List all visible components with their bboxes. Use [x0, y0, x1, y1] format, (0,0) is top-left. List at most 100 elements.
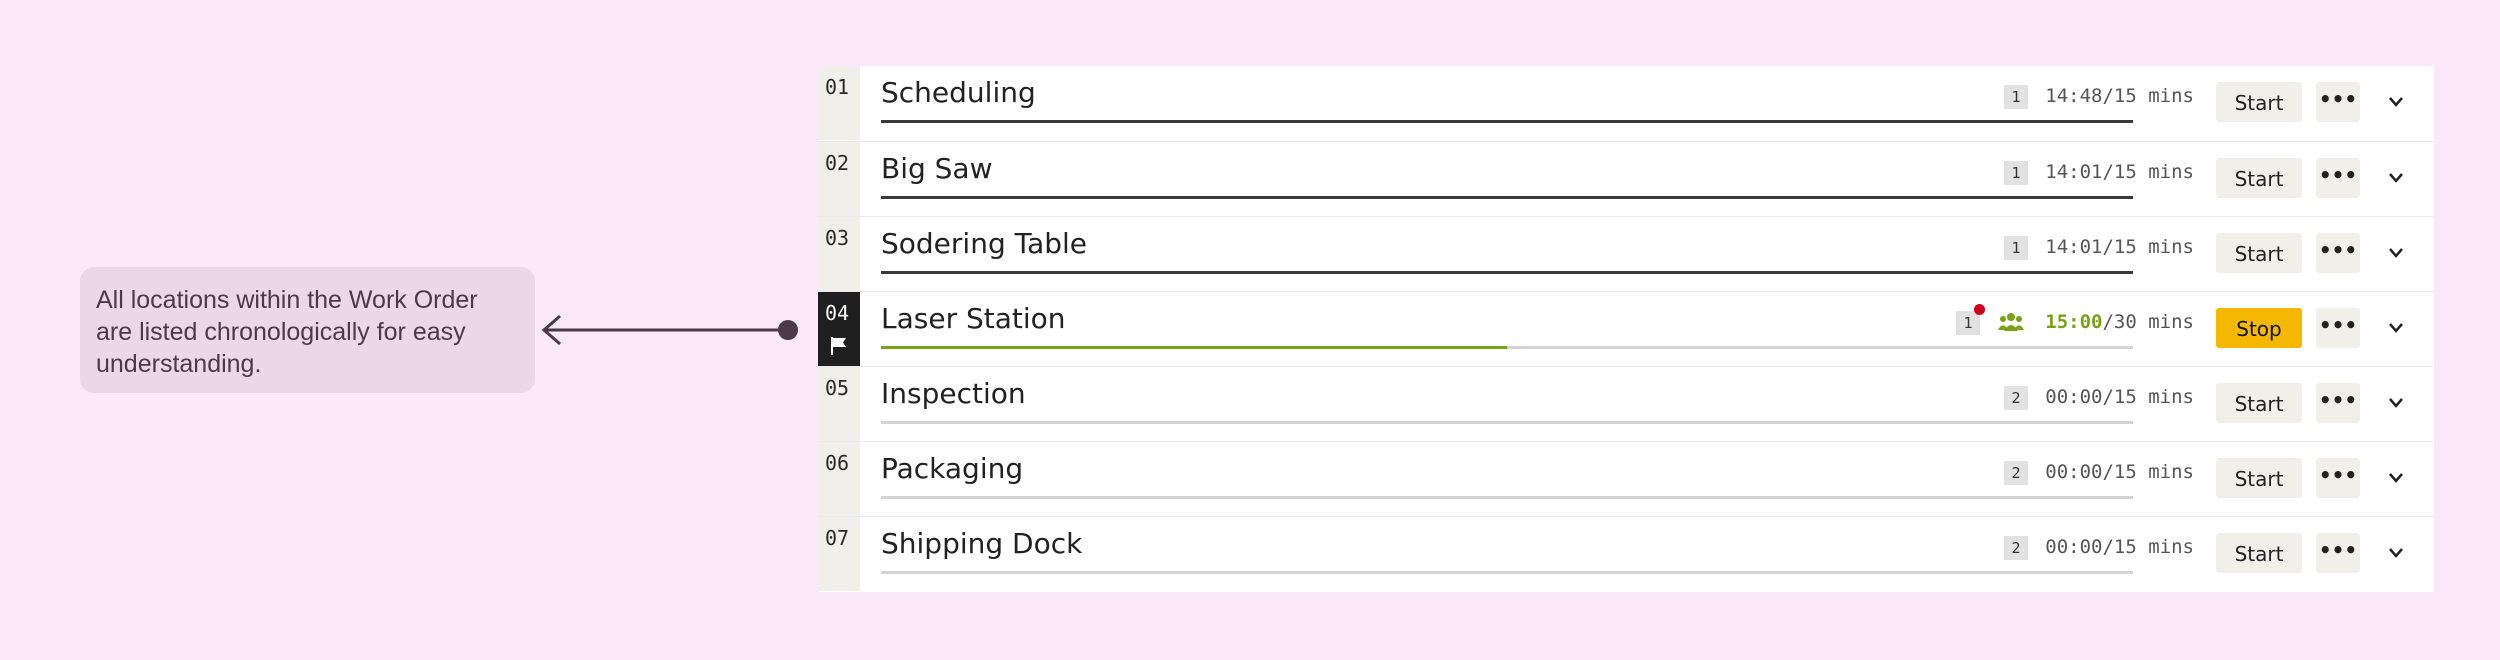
step-number-text: 04: [825, 301, 850, 325]
progress-track: [881, 196, 2133, 199]
time-total: /15 mins: [2102, 386, 2194, 408]
quantity-badge: 1: [2004, 236, 2028, 260]
more-options-button[interactable]: •••: [2316, 458, 2360, 498]
location-name: Scheduling: [881, 76, 1036, 109]
quantity-badge: 1: [1956, 304, 1985, 335]
location-row[interactable]: 03 Sodering Table 1 14:01/15 mins Start •••: [818, 216, 2434, 291]
time-total: /30 mins: [2102, 311, 2194, 333]
ellipsis-icon: •••: [2318, 388, 2358, 412]
start-button[interactable]: Start: [2216, 233, 2302, 273]
progress-fill: [881, 120, 2133, 123]
quantity-text: 2: [2011, 539, 2021, 557]
people-icon: [1998, 313, 2024, 331]
step-number: 02: [818, 142, 860, 216]
more-options-button[interactable]: •••: [2316, 158, 2360, 198]
step-number-text: 06: [825, 451, 850, 475]
step-number-text: 05: [825, 376, 850, 400]
callout-arrow: [541, 314, 798, 346]
time-elapsed: 14:01: [2045, 236, 2103, 258]
chevron-down-icon[interactable]: [2388, 547, 2404, 559]
progress-track: [881, 571, 2133, 574]
location-row[interactable]: 05 Inspection 2 00:00/15 mins Start •••: [818, 366, 2434, 441]
progress-track: [881, 271, 2133, 274]
more-options-button[interactable]: •••: [2316, 233, 2360, 273]
quantity-text: 1: [1963, 314, 1973, 332]
chevron-down-icon[interactable]: [2388, 247, 2404, 259]
time-elapsed: 15:00: [2045, 311, 2103, 333]
progress-track: [881, 496, 2133, 499]
time-readout: 15:00/30 mins: [2045, 311, 2194, 333]
quantity-text: 1: [2011, 88, 2021, 106]
time-total: /15 mins: [2102, 461, 2194, 483]
step-number-text: 03: [825, 226, 850, 250]
quantity-badge: 2: [2004, 461, 2028, 485]
quantity-text: 2: [2011, 389, 2021, 407]
step-number: 04: [818, 292, 860, 366]
step-number: 07: [818, 517, 860, 591]
more-options-button[interactable]: •••: [2316, 308, 2360, 348]
start-button[interactable]: Start: [2216, 383, 2302, 423]
start-button[interactable]: Start: [2216, 458, 2302, 498]
progress-track: [881, 120, 2133, 123]
progress-fill: [881, 346, 1507, 349]
quantity-badge: 1: [2004, 85, 2028, 109]
step-number-text: 07: [825, 526, 850, 550]
ellipsis-icon: •••: [2318, 163, 2358, 187]
time-readout: 00:00/15 mins: [2045, 386, 2194, 408]
chevron-down-icon[interactable]: [2388, 172, 2404, 184]
quantity-badge: 2: [2004, 536, 2028, 560]
chevron-down-icon[interactable]: [2388, 397, 2404, 409]
quantity-text: 1: [2011, 164, 2021, 182]
start-button[interactable]: Start: [2216, 158, 2302, 198]
more-options-button[interactable]: •••: [2316, 383, 2360, 423]
location-row[interactable]: 04 Laser Station 1 15:00/30 mins Stop •••: [818, 291, 2434, 366]
flag-icon: [831, 337, 846, 355]
ellipsis-icon: •••: [2318, 463, 2358, 487]
location-row[interactable]: 07 Shipping Dock 2 00:00/15 mins Start •••: [818, 516, 2434, 591]
notification-dot: [1974, 304, 1985, 315]
progress-fill: [881, 271, 2133, 274]
time-readout: 14:48/15 mins: [2045, 85, 2194, 107]
time-readout: 14:01/15 mins: [2045, 236, 2194, 258]
time-elapsed: 00:00: [2045, 386, 2103, 408]
time-readout: 00:00/15 mins: [2045, 536, 2194, 558]
more-options-button[interactable]: •••: [2316, 533, 2360, 573]
callout-text: All locations within the Work Order are …: [96, 286, 478, 378]
chevron-down-icon[interactable]: [2388, 322, 2404, 334]
time-readout: 00:00/15 mins: [2045, 461, 2194, 483]
step-number-text: 02: [825, 151, 850, 175]
chevron-down-icon[interactable]: [2388, 96, 2404, 108]
ellipsis-icon: •••: [2318, 538, 2358, 562]
location-row[interactable]: 01 Scheduling 1 14:48/15 mins Start •••: [818, 66, 2434, 140]
step-number: 03: [818, 217, 860, 291]
ellipsis-icon: •••: [2318, 238, 2358, 262]
step-number: 01: [818, 66, 860, 140]
progress-fill: [881, 196, 2133, 199]
location-name: Packaging: [881, 452, 1024, 485]
step-number-text: 01: [825, 75, 850, 99]
time-elapsed: 00:00: [2045, 536, 2103, 558]
chevron-down-icon[interactable]: [2388, 472, 2404, 484]
time-elapsed: 00:00: [2045, 461, 2103, 483]
ellipsis-icon: •••: [2318, 313, 2358, 337]
progress-track: [881, 346, 2133, 349]
time-readout: 14:01/15 mins: [2045, 161, 2194, 183]
annotation-callout: All locations within the Work Order are …: [80, 267, 535, 393]
location-row[interactable]: 02 Big Saw 1 14:01/15 mins Start •••: [818, 141, 2434, 216]
location-name: Shipping Dock: [881, 527, 1083, 560]
quantity-badge: 2: [2004, 386, 2028, 410]
start-button[interactable]: Start: [2216, 533, 2302, 573]
time-total: /15 mins: [2102, 161, 2194, 183]
progress-track: [881, 421, 2133, 424]
start-button[interactable]: Start: [2216, 82, 2302, 122]
location-name: Laser Station: [881, 302, 1066, 335]
quantity-text: 2: [2011, 464, 2021, 482]
time-total: /15 mins: [2102, 236, 2194, 258]
location-row[interactable]: 06 Packaging 2 00:00/15 mins Start •••: [818, 441, 2434, 516]
time-total: /15 mins: [2102, 85, 2194, 107]
stop-button[interactable]: Stop: [2216, 308, 2302, 348]
more-options-button[interactable]: •••: [2316, 82, 2360, 122]
location-name: Big Saw: [881, 152, 993, 185]
work-order-locations-list: 01 Scheduling 1 14:48/15 mins Start ••• 02 Big …: [818, 66, 2434, 592]
quantity-text: 1: [2011, 239, 2021, 257]
